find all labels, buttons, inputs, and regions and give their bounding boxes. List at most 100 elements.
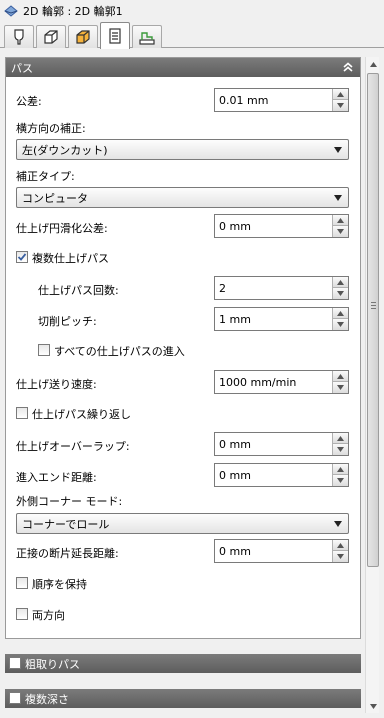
finishing-feedrate-decrement-button[interactable]: [333, 382, 348, 393]
spin-up-icon: [337, 91, 344, 97]
tolerance-label: 公差:: [16, 95, 42, 108]
passes-header[interactable]: パス: [6, 58, 360, 77]
outer-corner-mode-dropdown[interactable]: コーナーでロール: [16, 513, 349, 534]
tolerance-increment-button[interactable]: [333, 89, 348, 100]
finishing-feedrate-increment-button[interactable]: [333, 371, 348, 382]
geometry-icon: [76, 30, 90, 44]
compensation-label: 横方向の補正:: [16, 122, 86, 135]
lead-all-passes-checkbox[interactable]: [38, 344, 50, 356]
finishing-passes-count-field[interactable]: [214, 276, 349, 300]
holder-icon: [44, 30, 58, 44]
spin-down-icon: [337, 554, 344, 559]
spin-up-icon: [337, 310, 344, 316]
spin-up-icon: [337, 542, 344, 548]
tolerance-decrement-button[interactable]: [333, 100, 348, 111]
smoothing-tolerance-decrement-button[interactable]: [333, 226, 348, 237]
finishing-feedrate-label: 仕上げ送り速度:: [16, 378, 97, 391]
lead-end-distance-field[interactable]: [214, 463, 349, 487]
tab-linking[interactable]: [132, 25, 162, 48]
tool-icon: [14, 29, 24, 45]
finishing-feedrate-field[interactable]: [214, 370, 349, 394]
outer-corner-mode-value: コーナーでロール: [22, 517, 110, 531]
tolerance-field[interactable]: [214, 88, 349, 112]
tangential-extension-input[interactable]: [215, 540, 332, 562]
multiple-depths-checkbox[interactable]: [9, 692, 21, 704]
collapse-chevron-icon[interactable]: [341, 60, 355, 74]
spin-down-icon: [337, 229, 344, 234]
scroll-down-button[interactable]: [366, 699, 380, 713]
spin-up-icon: [337, 373, 344, 379]
contour-operation-icon: [4, 5, 18, 17]
smoothing-tolerance-input[interactable]: [215, 215, 332, 237]
finishing-passes-count-increment-button[interactable]: [333, 277, 348, 288]
spin-up-icon: [337, 217, 344, 223]
lead-end-distance-increment-button[interactable]: [333, 464, 348, 475]
linking-icon: [139, 32, 155, 45]
vertical-scrollbar[interactable]: [365, 57, 379, 713]
scroll-up-icon: [369, 61, 377, 67]
finishing-passes-count-label: 仕上げパス回数:: [38, 284, 119, 297]
tangential-extension-increment-button[interactable]: [333, 540, 348, 551]
tab-tool[interactable]: [4, 25, 34, 48]
checkmark-icon: [17, 253, 27, 261]
spin-down-icon: [337, 322, 344, 327]
finishing-overlap-label: 仕上げオーバーラップ:: [16, 440, 130, 453]
finishing-passes-count-decrement-button[interactable]: [333, 288, 348, 299]
scrollbar-thumb[interactable]: [367, 73, 379, 567]
tangential-extension-label: 正接の断片延長距離:: [16, 547, 119, 560]
compensation-type-dropdown[interactable]: コンピュータ: [16, 187, 349, 208]
spin-down-icon: [337, 103, 344, 108]
spin-up-icon: [337, 435, 344, 441]
window-title: 2D 輪郭 : 2D 輪郭1: [23, 5, 123, 18]
multiple-finishing-label: 複数仕上げパス: [32, 252, 109, 265]
multiple-depths-section-header[interactable]: 複数深さ: [5, 689, 361, 708]
dropdown-arrow-icon: [334, 195, 342, 201]
window-title-bar: 2D 輪郭 : 2D 輪郭1: [0, 0, 384, 22]
scroll-down-icon: [369, 703, 377, 709]
keep-order-checkbox[interactable]: [16, 577, 28, 589]
spin-down-icon: [337, 447, 344, 452]
tab-passes[interactable]: [100, 22, 130, 49]
roughing-passes-checkbox[interactable]: [9, 657, 21, 669]
dropdown-arrow-icon: [334, 521, 342, 527]
smoothing-tolerance-field[interactable]: [214, 214, 349, 238]
spin-up-icon: [337, 279, 344, 285]
repeat-finishing-label: 仕上げパス繰り返し: [32, 408, 131, 421]
stepover-decrement-button[interactable]: [333, 319, 348, 330]
spin-down-icon: [337, 385, 344, 390]
finishing-overlap-increment-button[interactable]: [333, 433, 348, 444]
finishing-overlap-field[interactable]: [214, 432, 349, 456]
both-ways-label: 両方向: [32, 609, 65, 622]
compensation-type-label: 補正タイプ:: [16, 170, 75, 183]
dropdown-arrow-icon: [334, 147, 342, 153]
stepover-field[interactable]: [214, 307, 349, 331]
tolerance-input[interactable]: [215, 89, 332, 111]
lead-end-distance-decrement-button[interactable]: [333, 475, 348, 486]
roughing-passes-section-header[interactable]: 粗取りパス: [5, 654, 361, 673]
tangential-extension-field[interactable]: [214, 539, 349, 563]
smoothing-tolerance-label: 仕上げ円滑化公差:: [16, 222, 108, 235]
finishing-passes-count-input[interactable]: [215, 277, 332, 299]
tangential-extension-decrement-button[interactable]: [333, 551, 348, 562]
finishing-overlap-input[interactable]: [215, 433, 332, 455]
lead-end-distance-input[interactable]: [215, 464, 332, 486]
multiple-finishing-checkbox[interactable]: [16, 251, 28, 263]
compensation-dropdown[interactable]: 左(ダウンカット): [16, 139, 349, 160]
passes-icon: [109, 28, 121, 44]
passes-panel: パス 公差: 横方向の補正: 左(ダウンカット) 補正タイプ: コンピュータ 仕…: [5, 57, 361, 639]
both-ways-checkbox[interactable]: [16, 608, 28, 620]
compensation-type-value: コンピュータ: [22, 191, 88, 205]
finishing-feedrate-input[interactable]: [215, 371, 332, 393]
tab-geometry[interactable]: [68, 25, 98, 48]
stepover-increment-button[interactable]: [333, 308, 348, 319]
finishing-overlap-decrement-button[interactable]: [333, 444, 348, 455]
scroll-up-button[interactable]: [366, 57, 380, 71]
repeat-finishing-checkbox[interactable]: [16, 407, 28, 419]
tab-holder[interactable]: [36, 25, 66, 48]
spin-up-icon: [337, 466, 344, 472]
smoothing-tolerance-increment-button[interactable]: [333, 215, 348, 226]
spin-down-icon: [337, 478, 344, 483]
stepover-input[interactable]: [215, 308, 332, 330]
lead-end-distance-label: 進入エンド距離:: [16, 471, 97, 484]
spin-down-icon: [337, 291, 344, 296]
